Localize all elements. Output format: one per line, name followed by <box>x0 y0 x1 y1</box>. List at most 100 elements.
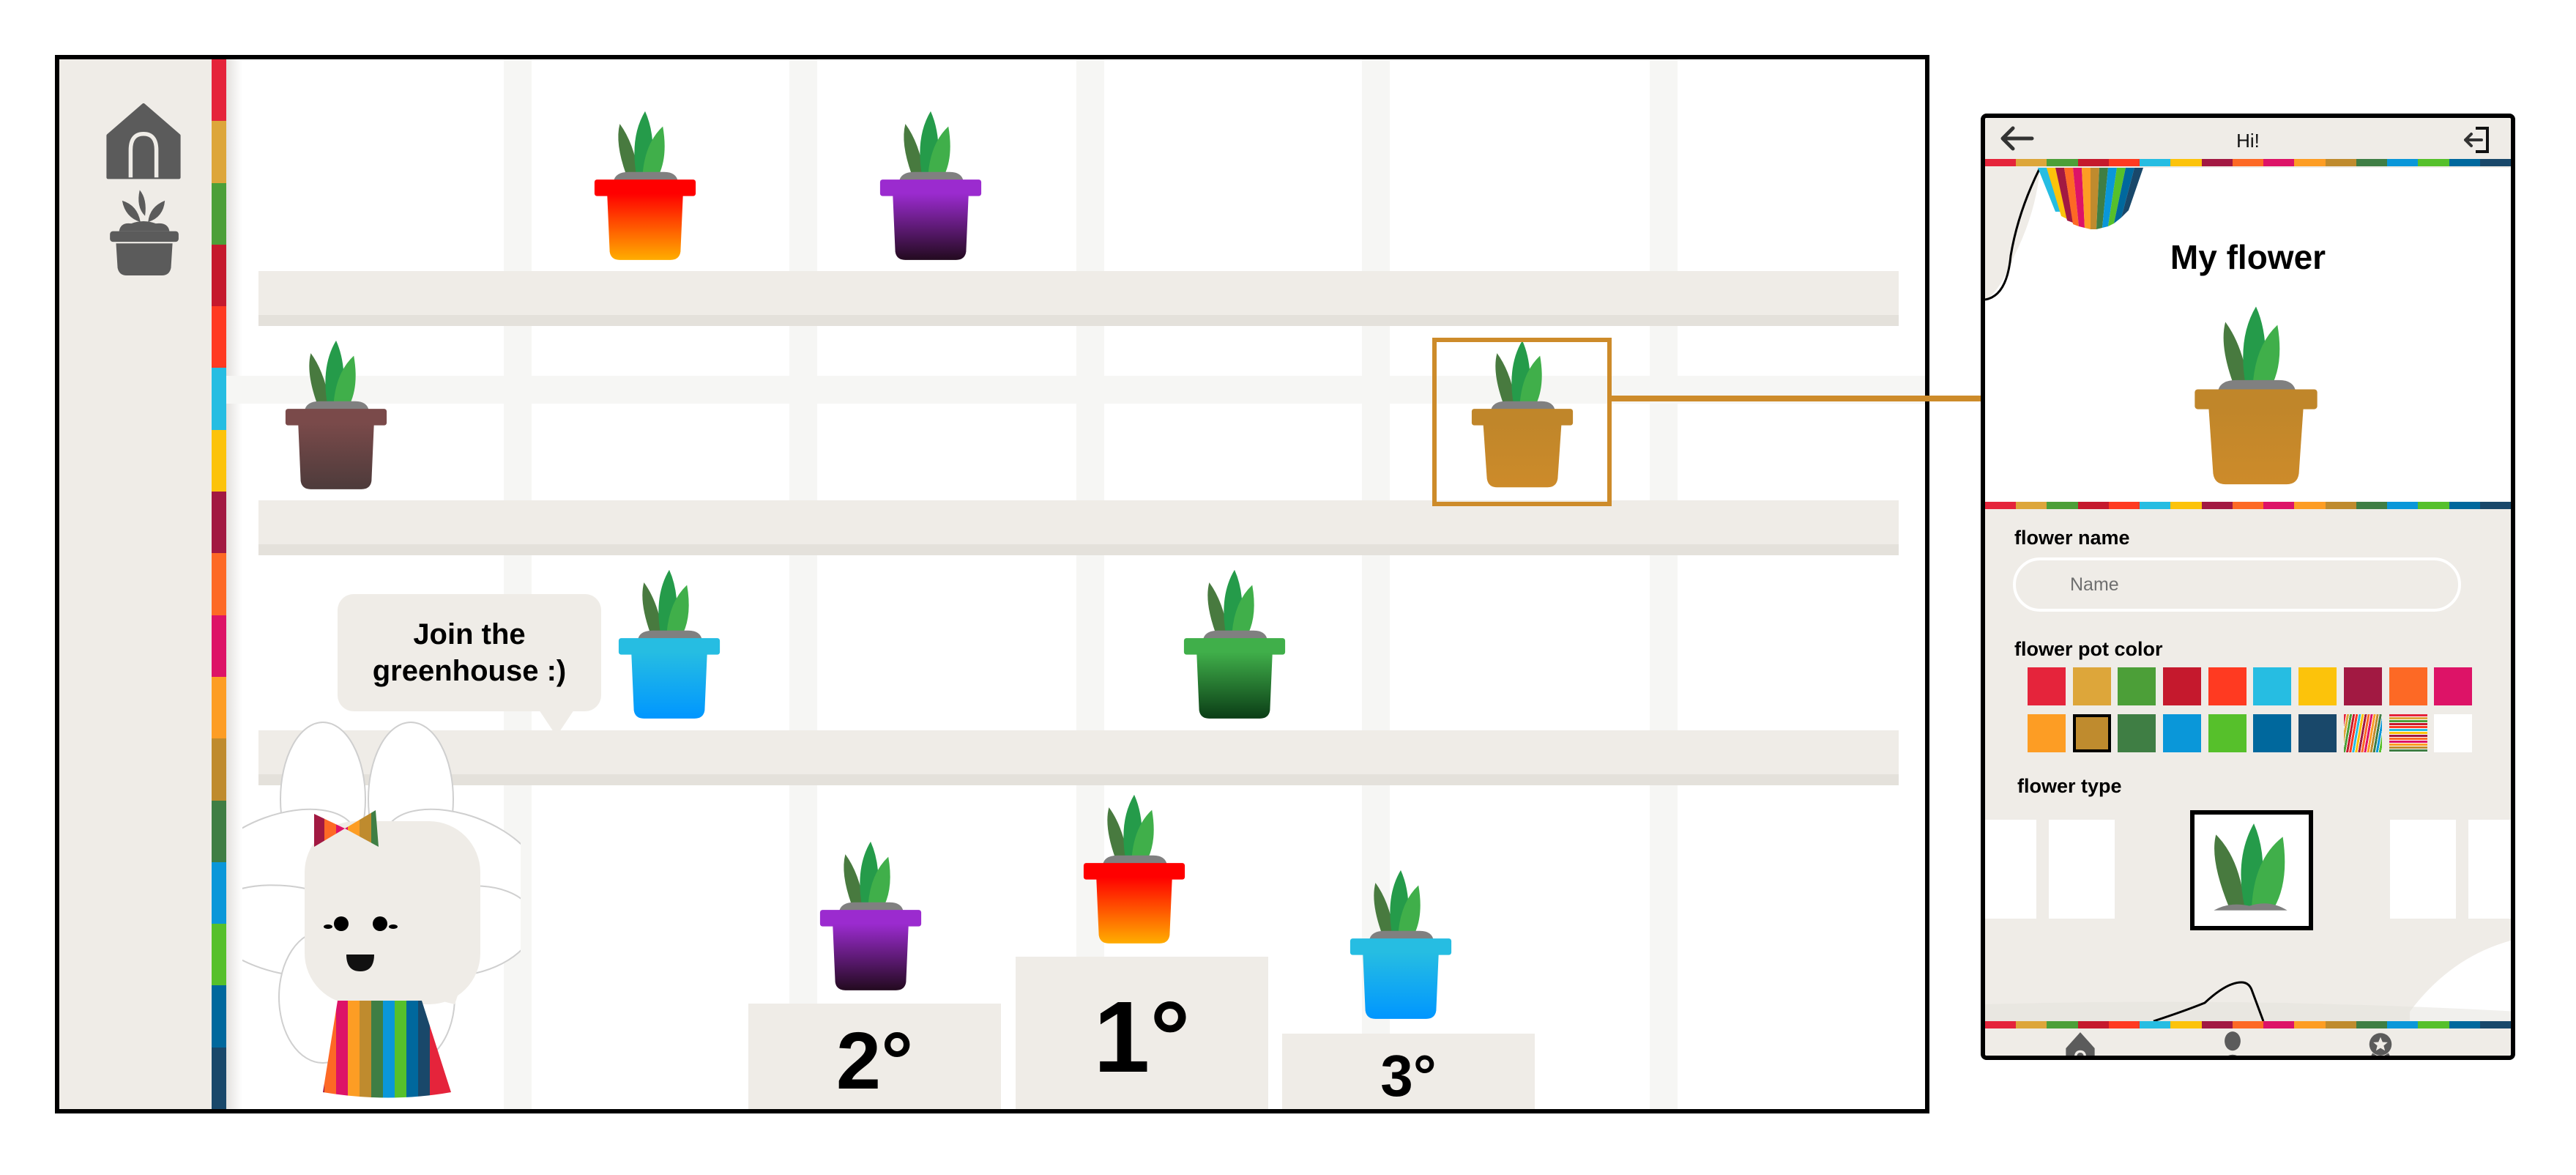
sidebar-item-my-plants[interactable] <box>103 184 184 275</box>
podium-pot-first[interactable] <box>1065 785 1204 957</box>
speech-bubble: Join the greenhouse :) <box>338 594 601 711</box>
color-swatch[interactable] <box>2118 714 2156 752</box>
sdg-color-strip <box>212 59 226 1109</box>
flower-type-label: flower type <box>2017 775 2122 797</box>
color-swatch[interactable] <box>2208 714 2246 752</box>
color-swatch[interactable] <box>2343 714 2382 752</box>
podium-third: 3° <box>1282 1034 1535 1109</box>
stripe-segment <box>2294 1021 2326 1028</box>
stripe-segment <box>2016 159 2047 166</box>
podium-first: 1° <box>1016 957 1268 1109</box>
color-swatch[interactable] <box>2343 667 2382 705</box>
strip-segment <box>212 59 226 122</box>
sidebar-item-home[interactable] <box>103 103 184 184</box>
color-swatch-selected[interactable] <box>2072 714 2111 752</box>
stripe-segment <box>2077 502 2109 509</box>
stripe-segment <box>2263 1021 2295 1028</box>
stripe-segment <box>2449 502 2480 509</box>
podium-pot-second[interactable] <box>801 831 940 1004</box>
stripe-segment <box>2077 159 2109 166</box>
color-swatch[interactable] <box>2072 667 2111 705</box>
strip-segment <box>212 306 226 368</box>
flower-pot[interactable] <box>576 101 715 273</box>
stripe-segment <box>2263 159 2295 166</box>
color-swatch[interactable] <box>2434 667 2473 705</box>
phone-mockup: Hi! My flower flower name Name flower po… <box>1981 114 2515 1060</box>
strip-segment <box>212 368 226 430</box>
color-swatch[interactable] <box>2389 667 2427 705</box>
stripe-segment <box>2077 1021 2109 1028</box>
nav-home-house-icon[interactable] <box>2058 1031 2102 1060</box>
stripe-segment <box>2479 1021 2511 1028</box>
stripe-segment <box>2108 502 2140 509</box>
color-swatch[interactable] <box>2208 667 2246 705</box>
stripe-segment <box>2108 1021 2140 1028</box>
stripe-segment <box>2232 502 2264 509</box>
color-swatch[interactable] <box>2253 714 2292 752</box>
stripe-segment <box>2418 1021 2449 1028</box>
podium-pot-third[interactable] <box>1331 860 1470 1032</box>
detail-connector-line <box>1607 396 2036 401</box>
stripe-segment <box>2479 502 2511 509</box>
decorative-wave <box>1985 940 2511 1021</box>
color-swatch[interactable] <box>2434 714 2473 752</box>
stripe-segment <box>2294 159 2326 166</box>
stripe-segment <box>1985 502 2017 509</box>
stripe-segment <box>2479 159 2511 166</box>
strip-segment <box>212 985 226 1048</box>
potted-plant-icon <box>110 190 179 275</box>
greenhouse-window: Join the greenhouse :) 2° 1° 3° <box>55 55 1929 1113</box>
color-swatch[interactable] <box>2163 714 2202 752</box>
flower-name-input[interactable] <box>2013 557 2461 612</box>
color-swatch[interactable] <box>2118 667 2156 705</box>
color-swatch[interactable] <box>2389 714 2427 752</box>
bubble-line-2: greenhouse :) <box>372 655 567 687</box>
strip-segment <box>212 924 226 986</box>
flower-type-option[interactable] <box>2390 820 2456 919</box>
sdg-stripe <box>1985 1021 2511 1028</box>
flower-pot[interactable] <box>861 101 1000 273</box>
strip-segment <box>212 553 226 615</box>
strip-segment <box>212 861 226 924</box>
phone-title: Hi! <box>2236 130 2260 152</box>
my-flower-hero: My flower <box>1985 168 2511 502</box>
strip-shadow <box>226 59 242 1109</box>
strip-segment <box>212 615 226 677</box>
stripe-segment <box>2201 502 2233 509</box>
stripe-segment <box>2170 1021 2202 1028</box>
flower-pot[interactable] <box>1165 560 1304 732</box>
speech-bubble-tail <box>539 710 574 736</box>
logout-icon[interactable] <box>2461 125 2492 155</box>
color-swatch[interactable] <box>2028 714 2066 752</box>
bubble-line-1: Join the <box>413 618 526 650</box>
flower-mascot <box>201 719 540 1109</box>
selected-flower-preview <box>2172 292 2340 502</box>
color-swatch[interactable] <box>2298 714 2337 752</box>
nav-awards-award-icon[interactable] <box>2359 1031 2402 1060</box>
flower-pot[interactable] <box>600 560 739 732</box>
stripe-segment <box>2325 502 2356 509</box>
color-swatch[interactable] <box>2028 667 2066 705</box>
strip-segment <box>212 676 226 739</box>
strip-segment <box>212 244 226 307</box>
flower-type-option[interactable] <box>1985 820 2036 919</box>
rank-label: 2° <box>835 1015 914 1106</box>
flower-type-option-selected[interactable] <box>2190 810 2313 930</box>
rank-label: 3° <box>1380 1042 1437 1108</box>
stripe-segment <box>2356 1021 2388 1028</box>
color-swatch[interactable] <box>2298 667 2337 705</box>
sidebar <box>59 59 212 1109</box>
hero-title: My flower <box>2170 238 2326 276</box>
color-swatch[interactable] <box>2163 667 2202 705</box>
stripe-segment <box>2170 159 2202 166</box>
nav-profile-person-icon[interactable] <box>2211 1031 2255 1060</box>
stripe-segment <box>1985 1021 2017 1028</box>
flower-type-option[interactable] <box>2049 820 2115 919</box>
flower-type-option[interactable] <box>2468 820 2511 919</box>
color-swatch[interactable] <box>2253 667 2292 705</box>
flower-pot[interactable] <box>267 330 406 503</box>
stripe-segment <box>2201 159 2233 166</box>
stripe-segment <box>2449 1021 2480 1028</box>
strip-segment <box>212 121 226 183</box>
stripe-segment <box>1985 159 2017 166</box>
